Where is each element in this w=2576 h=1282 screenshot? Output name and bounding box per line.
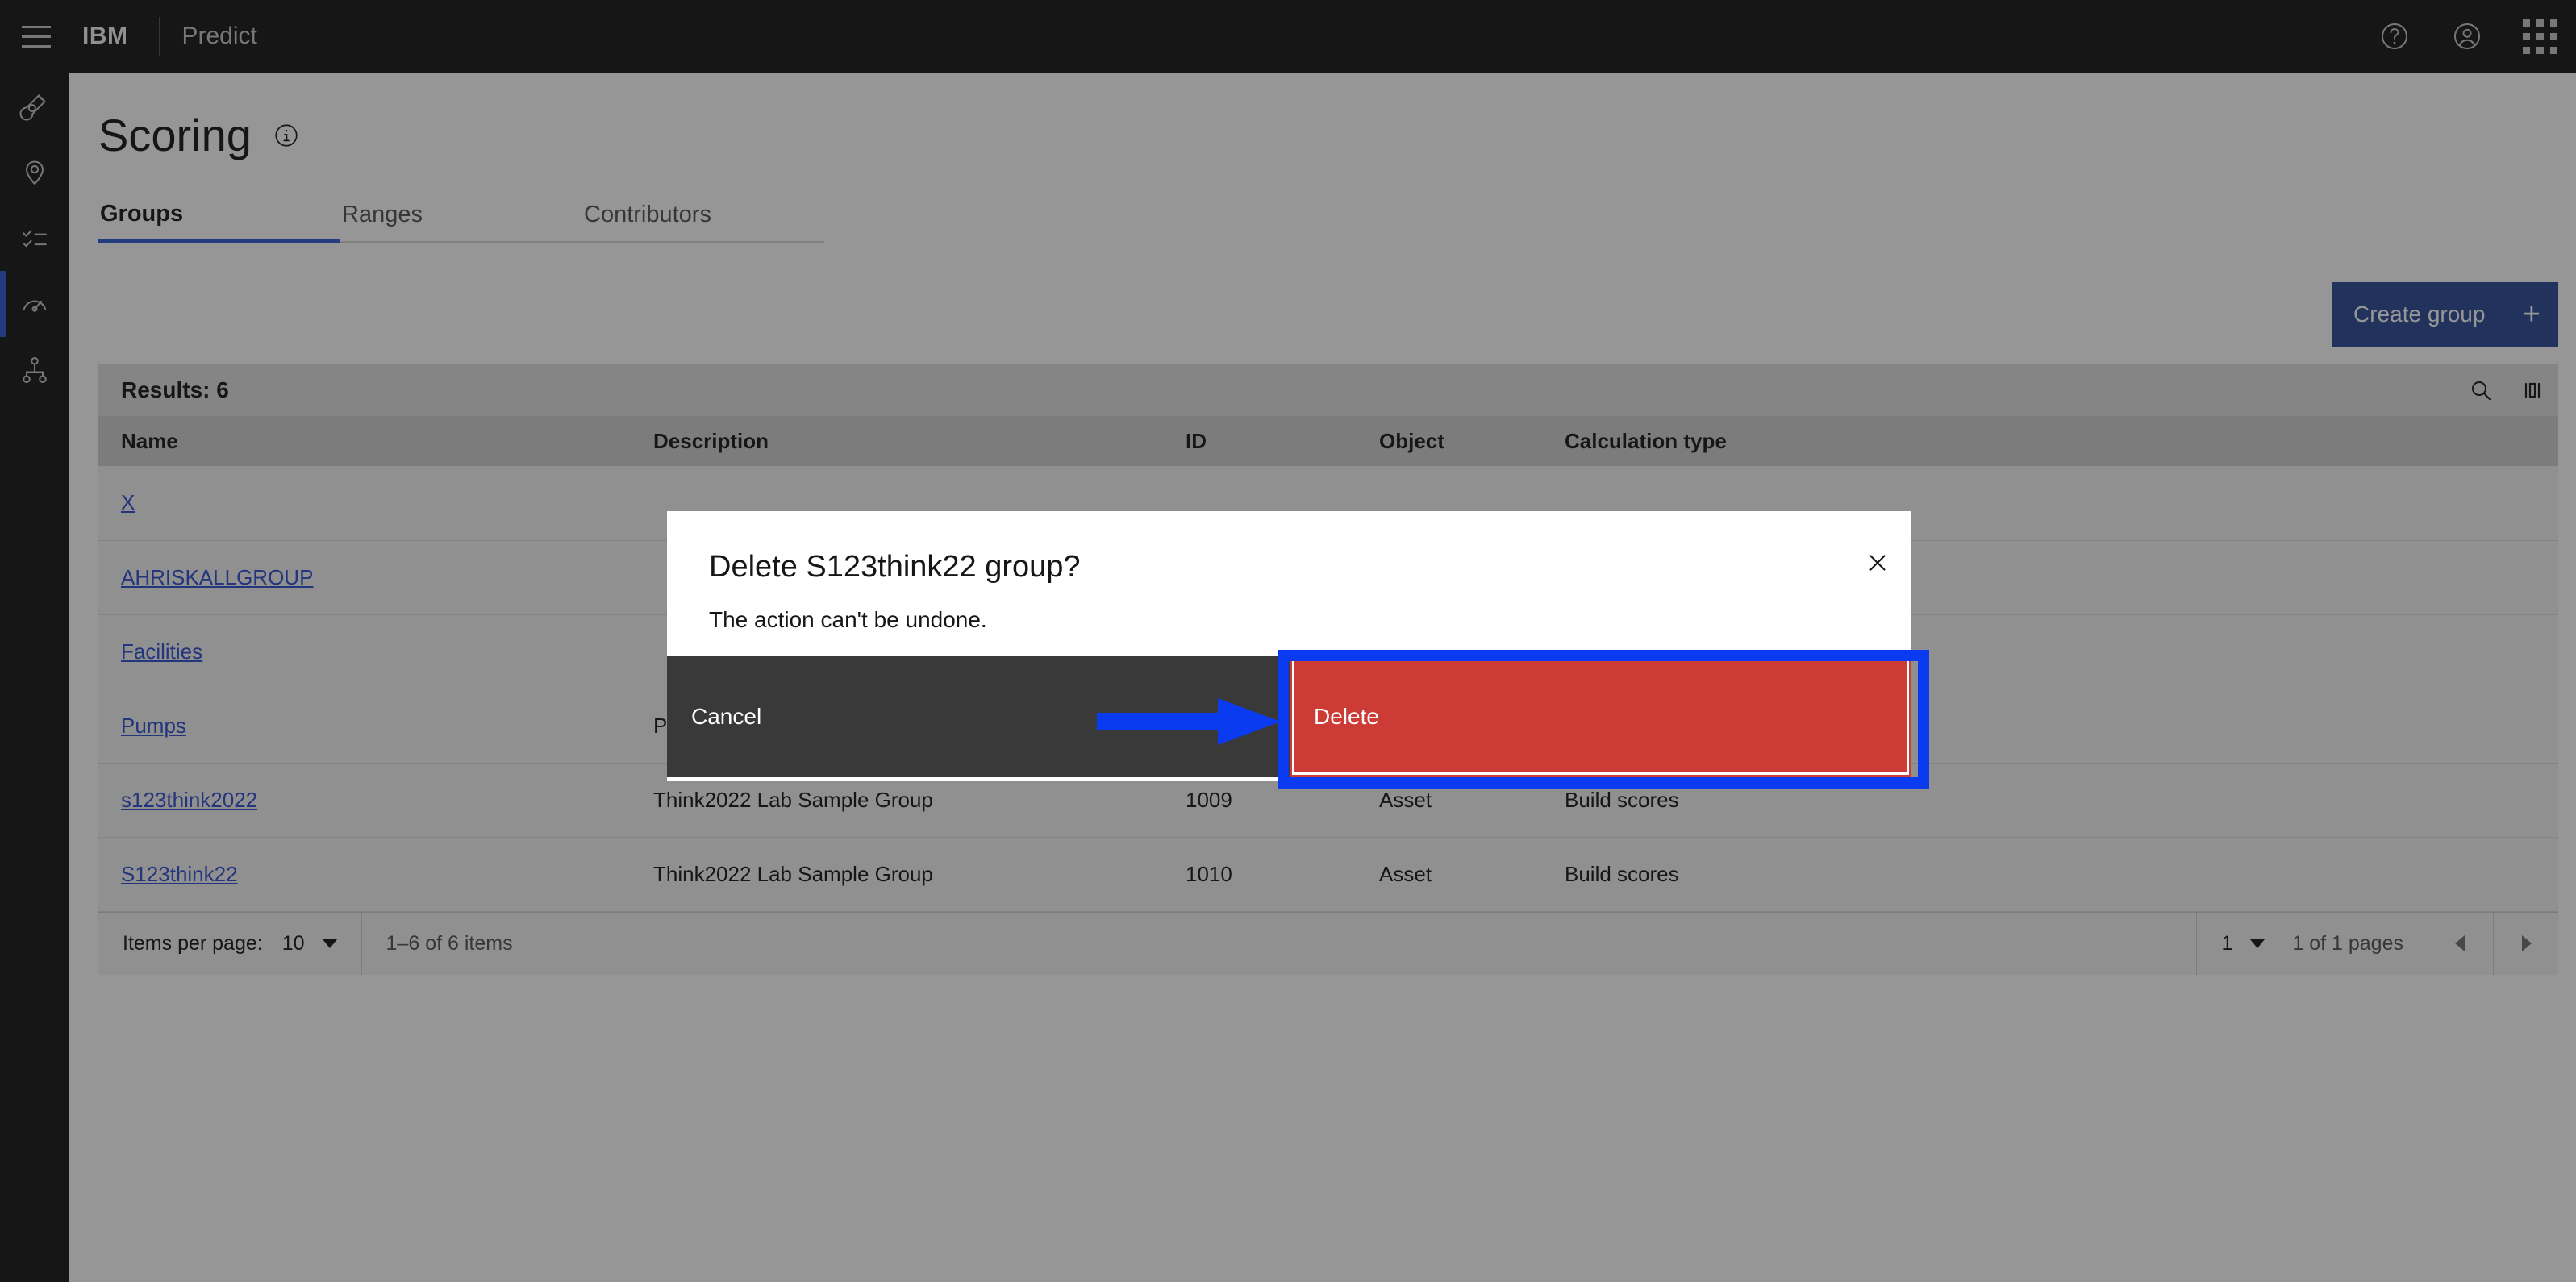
modal-footer: Cancel Delete (667, 656, 1911, 777)
close-icon[interactable] (1844, 529, 1911, 597)
modal-title: Delete S123think22 group? (709, 550, 1081, 584)
modal-body-text: The action can't be undone. (709, 607, 987, 632)
app-root: IBM Predict Scoring Groups Ranges Contri… (0, 0, 2576, 1282)
cancel-button[interactable]: Cancel (667, 656, 1290, 777)
modal-header: Delete S123think22 group? (667, 511, 1911, 585)
delete-button[interactable]: Delete (1290, 656, 1911, 777)
